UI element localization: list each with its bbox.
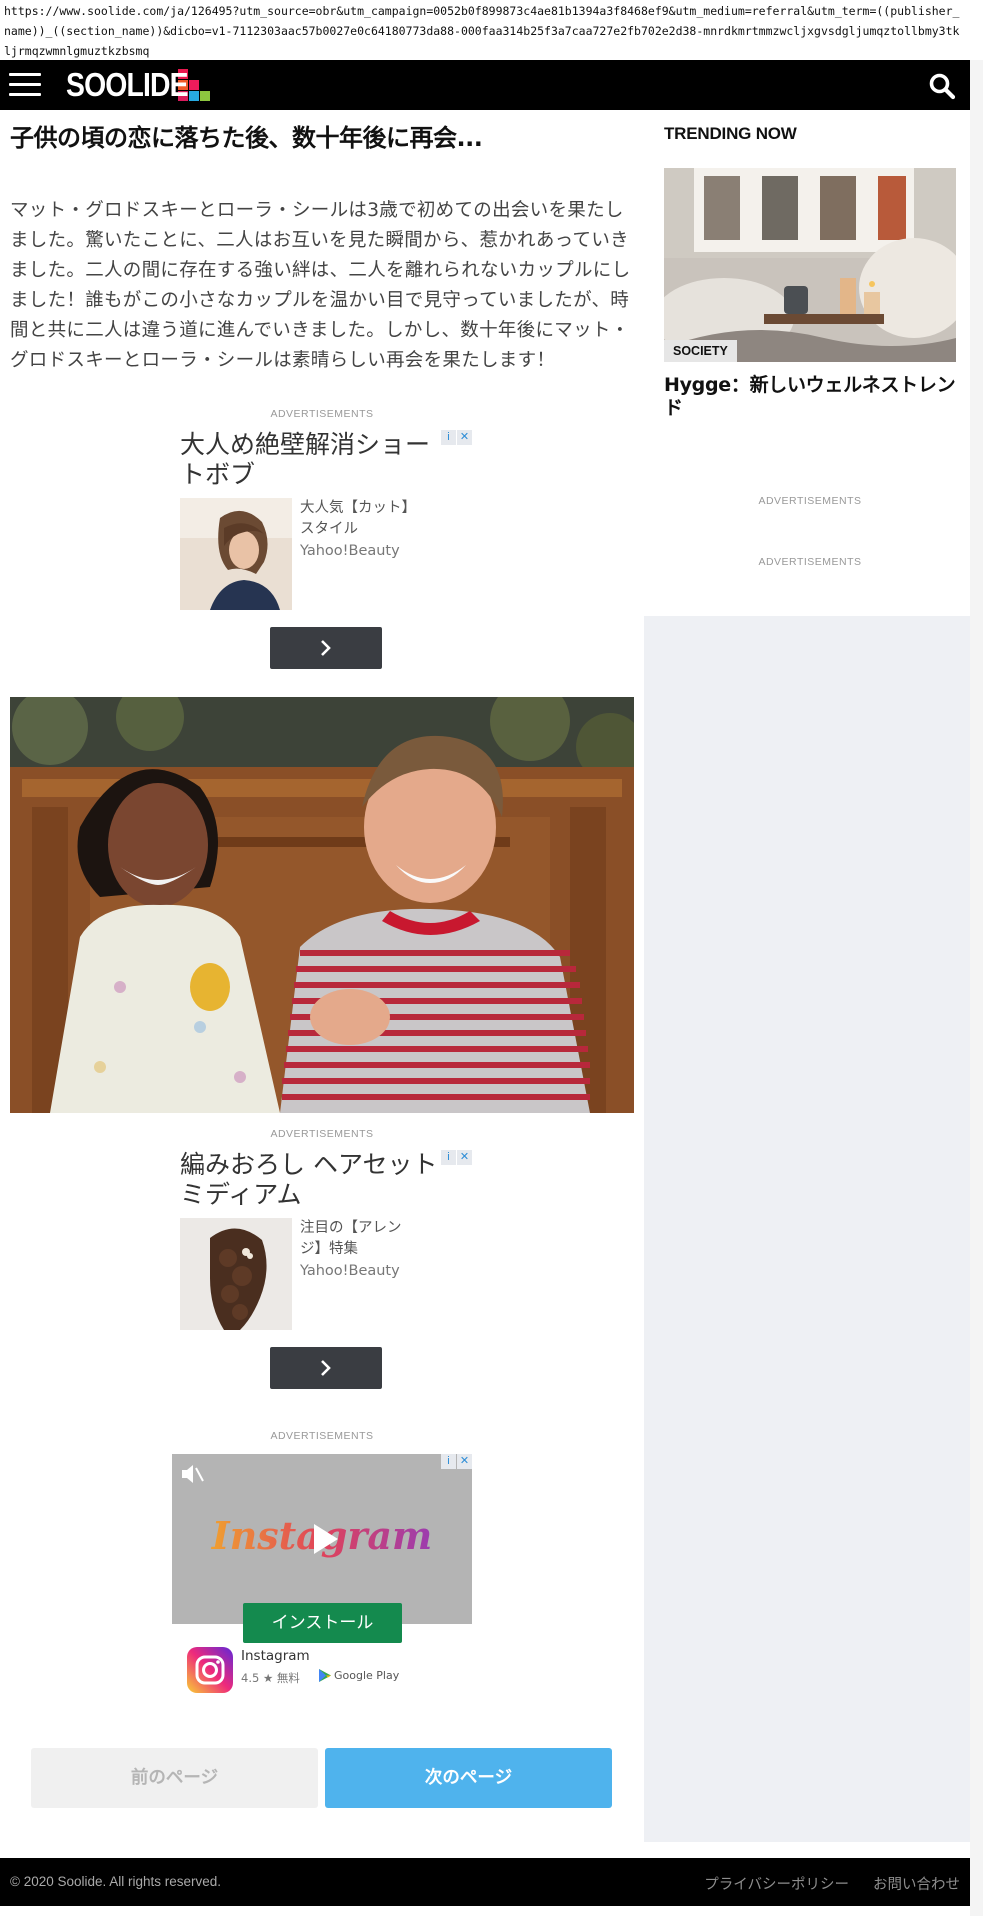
ad-info-icon[interactable]: i — [441, 430, 456, 445]
ad-choices[interactable]: i ✕ — [441, 430, 472, 445]
ad-next-button[interactable] — [270, 627, 382, 669]
address-bar-url[interactable]: https://www.soolide.com/ja/126495?utm_so… — [0, 0, 970, 60]
footer-links: プライバシーポリシー お問い合わせ — [704, 1873, 960, 1894]
privacy-policy-link[interactable]: プライバシーポリシー — [704, 1873, 849, 1894]
article-title: 子供の頃の恋に落ちた後、数十年後に再会... — [10, 124, 483, 152]
ad-choices[interactable]: i ✕ — [441, 1150, 472, 1165]
trending-headline[interactable]: Hygge：新しいウェルネストレンド — [664, 374, 956, 420]
site-footer: © 2020 Soolide. All rights reserved. プライ… — [0, 1858, 970, 1906]
sidebar-ad-label: ADVERTISEMENTS — [758, 556, 862, 568]
ad-label: ADVERTISEMENTS — [270, 1430, 374, 1442]
ad-headline[interactable]: 大人め絶壁解消ショートボブ — [180, 430, 472, 490]
video-ad[interactable]: Instagram i✕ — [172, 1454, 472, 1624]
ad-source: Yahoo!Beauty — [300, 543, 400, 559]
prev-page-button[interactable]: 前のページ — [31, 1748, 318, 1808]
hamburger-menu-icon[interactable] — [9, 73, 41, 97]
trending-heading: TRENDING NOW — [664, 124, 797, 143]
ad-thumbnail-image[interactable] — [180, 1218, 292, 1330]
install-button[interactable]: インストール — [243, 1603, 402, 1643]
logo-wordmark: SOOLIDE — [66, 66, 189, 103]
category-badge[interactable]: SOCIETY — [664, 340, 737, 362]
search-icon[interactable] — [928, 72, 956, 100]
ad-thumbnail-image[interactable] — [180, 498, 292, 610]
site-logo[interactable]: SOOLIDE — [66, 66, 210, 103]
ad-close-icon[interactable]: ✕ — [457, 430, 472, 445]
ad-close-icon[interactable]: ✕ — [457, 1150, 472, 1165]
ad-close-icon[interactable]: ✕ — [457, 1454, 472, 1469]
copyright-text: © 2020 Soolide. All rights reserved. — [10, 1874, 222, 1889]
ad-description: 大人気【カット】スタイル — [300, 500, 416, 537]
mute-icon — [182, 1465, 204, 1483]
sidebar-ad-label: ADVERTISEMENTS — [758, 495, 862, 507]
app-name: Instagram — [241, 1648, 310, 1664]
app-info[interactable]: Instagram 4.5 ★ 無料 Google Play — [187, 1647, 467, 1693]
ad-label: ADVERTISEMENTS — [270, 408, 374, 420]
sidebar-column — [644, 110, 970, 1842]
google-play-label: Google Play — [334, 1669, 400, 1682]
google-play-badge: Google Play — [319, 1669, 399, 1682]
google-play-icon — [319, 1669, 331, 1682]
ad-headline[interactable]: 編みおろし ヘアセット ミディアム — [180, 1150, 472, 1210]
ad-info-icon[interactable]: i — [441, 1454, 456, 1469]
next-page-button[interactable]: 次のページ — [325, 1748, 612, 1808]
site-header: SOOLIDE — [0, 60, 970, 110]
ad-next-button[interactable] — [270, 1347, 382, 1389]
article-body: マット・グロドスキーとローラ・シールは3歳で初めての出会いを果たしました。驚いた… — [10, 200, 631, 371]
scrollbar-track[interactable] — [970, 60, 983, 1916]
ad-description: 注目の【アレンジ】特集 — [300, 1220, 402, 1257]
chevron-right-icon — [321, 640, 331, 656]
ad-info-icon[interactable]: i — [441, 1150, 456, 1165]
trending-image[interactable] — [664, 168, 956, 362]
native-ad-1[interactable]: 大人め絶壁解消ショートボブ i ✕ 大人気【カット】スタイル Yahoo!Beau… — [180, 430, 472, 610]
video-ad-frame: Instagram — [182, 1465, 432, 1558]
native-ad-2[interactable]: 編みおろし ヘアセット ミディアム i ✕ 注目の【アレンジ】特集 Yahoo!B… — [180, 1150, 472, 1330]
ad-label: ADVERTISEMENTS — [270, 1128, 374, 1140]
article-photo — [10, 697, 634, 1113]
app-rating: 4.5 ★ 無料 — [241, 1671, 300, 1685]
contact-link[interactable]: お問い合わせ — [873, 1873, 960, 1894]
ad-source: Yahoo!Beauty — [300, 1263, 400, 1279]
ad-choices[interactable]: i ✕ — [441, 1454, 472, 1469]
chevron-right-icon — [321, 1360, 331, 1376]
instagram-app-icon[interactable] — [187, 1647, 233, 1693]
